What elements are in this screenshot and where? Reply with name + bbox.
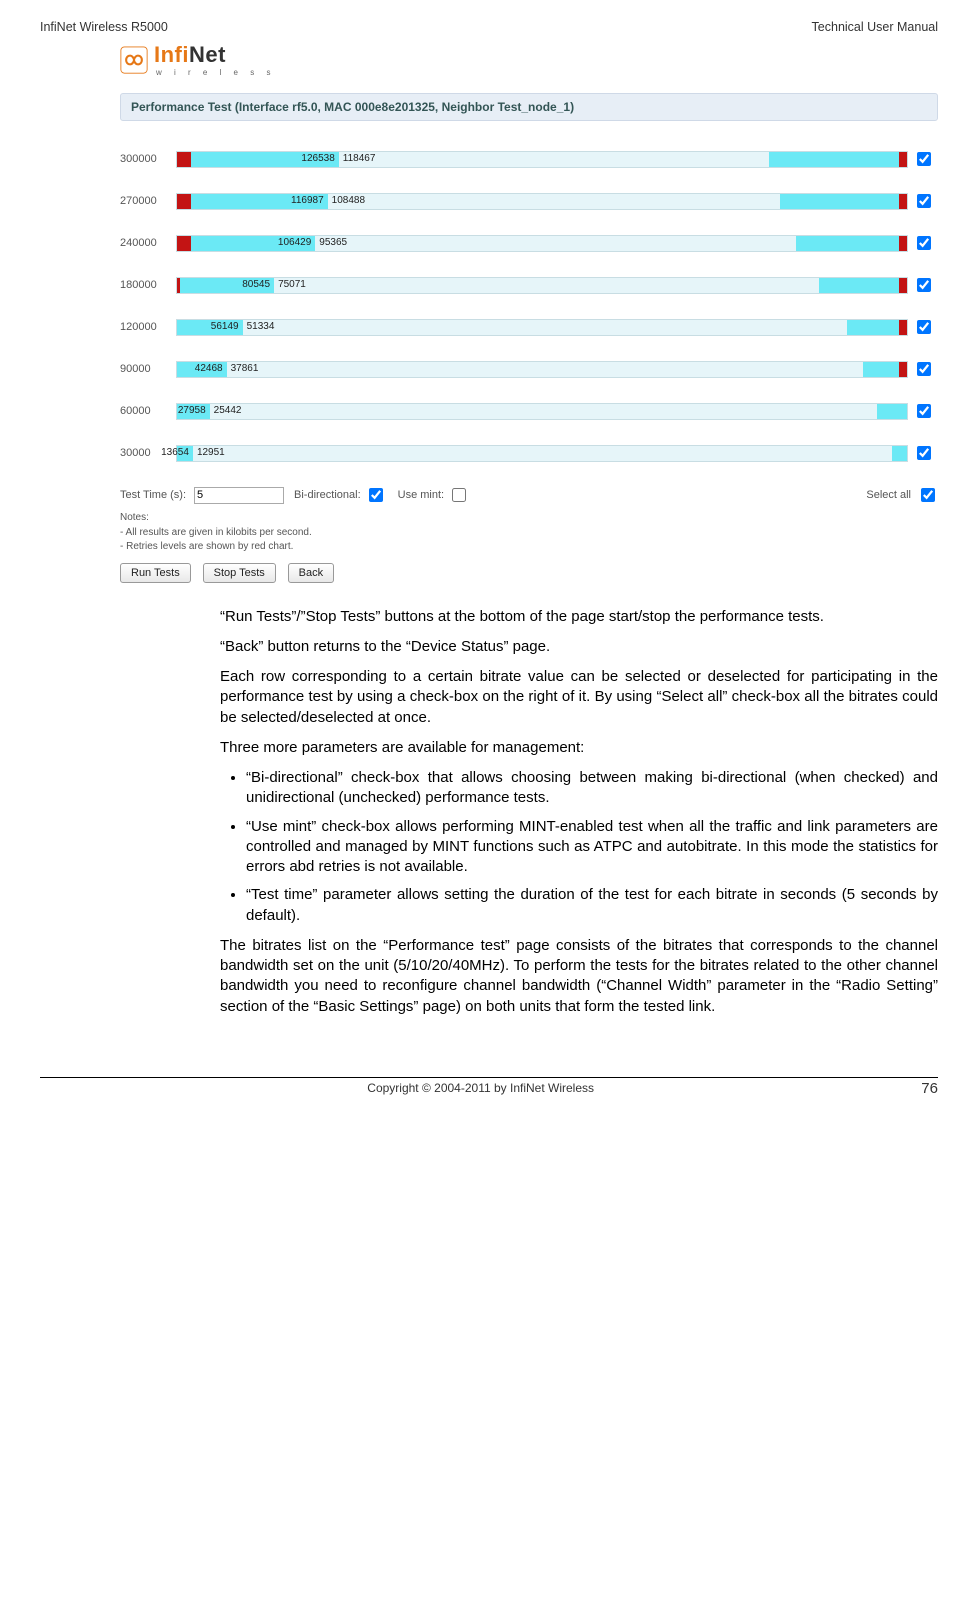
errors-segment-right xyxy=(899,362,907,377)
left-throughput-bar: 56149 xyxy=(177,320,243,335)
row-select-checkbox[interactable] xyxy=(917,152,931,166)
bar-track: 80545 75071 xyxy=(176,277,908,294)
bidir-label: Bi-directional: xyxy=(294,489,361,501)
left-value: 56149 xyxy=(211,321,239,332)
brand-b: Net xyxy=(189,42,226,67)
test-time-input[interactable] xyxy=(194,487,284,504)
bar-track: 106429 95365 xyxy=(176,235,908,252)
errors-segment-right xyxy=(899,194,907,209)
right-value: 118467 xyxy=(343,153,376,164)
copyright: Copyright © 2004-2011 by InfiNet Wireles… xyxy=(367,1081,594,1095)
footer-rule xyxy=(40,1077,938,1078)
bar-track: 42468 37861 xyxy=(176,361,908,378)
page-number: 76 xyxy=(921,1080,938,1097)
errors-segment xyxy=(177,236,191,251)
errors-segment-right xyxy=(899,236,907,251)
left-value: 13654 xyxy=(161,447,189,458)
controls-row: Test Time (s): Bi-directional: Use mint:… xyxy=(120,485,938,505)
bar-track: 126538 118467 xyxy=(176,151,908,168)
right-throughput-bar xyxy=(780,194,907,209)
brand-logo: InfiNet w i r e l e s s xyxy=(120,42,938,77)
bitrate-row: 120000 56149 51334 xyxy=(120,317,938,337)
errors-segment-right xyxy=(899,320,907,335)
right-throughput-bar xyxy=(819,278,907,293)
left-throughput-bar: 116987 xyxy=(191,194,328,209)
left-value: 42468 xyxy=(195,363,223,374)
errors-segment xyxy=(177,152,191,167)
left-value: 116987 xyxy=(291,195,324,206)
row-select-checkbox[interactable] xyxy=(917,446,931,460)
row-select-checkbox[interactable] xyxy=(917,236,931,250)
stop-tests-button[interactable]: Stop Tests xyxy=(203,563,276,583)
bitrate-row: 300000 126538 118467 xyxy=(120,149,938,169)
bar-track: 116987 108488 xyxy=(176,193,908,210)
doc-title-right: Technical User Manual xyxy=(812,20,938,34)
left-throughput-bar: 13654 xyxy=(177,446,193,461)
right-value: 108488 xyxy=(332,195,365,206)
bitrate-row: 240000 106429 95365 xyxy=(120,233,938,253)
right-value: 51334 xyxy=(247,321,275,332)
bitrate-label: 270000 xyxy=(120,195,176,207)
run-tests-button[interactable]: Run Tests xyxy=(120,563,191,583)
usemint-label: Use mint: xyxy=(398,489,444,501)
infinity-icon xyxy=(120,46,148,74)
row-select-checkbox[interactable] xyxy=(917,320,931,334)
doc-title-left: InfiNet Wireless R5000 xyxy=(40,20,168,34)
select-all-label: Select all xyxy=(866,489,911,501)
row-select-checkbox[interactable] xyxy=(917,404,931,418)
row-select-checkbox[interactable] xyxy=(917,278,931,292)
row-select-checkbox[interactable] xyxy=(917,362,931,376)
right-throughput-bar xyxy=(796,236,907,251)
right-value: 75071 xyxy=(278,279,306,290)
bar-track: 27958 25442 xyxy=(176,403,908,420)
bar-track: 13654 12951 xyxy=(176,445,908,462)
bitrate-chart: 300000 126538 118467 270000 116987 108488 2400… xyxy=(120,149,938,463)
right-value: 95365 xyxy=(319,237,347,248)
bitrate-row: 180000 80545 75071 xyxy=(120,275,938,295)
left-throughput-bar: 126538 xyxy=(191,152,339,167)
notes-block: Notes: - All results are given in kilobi… xyxy=(120,511,938,555)
left-value: 106429 xyxy=(278,237,311,248)
back-button[interactable]: Back xyxy=(288,563,334,583)
right-throughput-bar xyxy=(877,404,907,419)
left-value: 27958 xyxy=(178,405,206,416)
bitrate-label: 180000 xyxy=(120,279,176,291)
errors-segment-right xyxy=(899,278,907,293)
select-all-checkbox[interactable] xyxy=(921,488,935,502)
left-throughput-bar: 80545 xyxy=(180,278,274,293)
errors-segment xyxy=(177,194,191,209)
right-throughput-bar xyxy=(892,446,907,461)
bitrate-label: 240000 xyxy=(120,237,176,249)
right-throughput-bar xyxy=(847,320,907,335)
test-time-label: Test Time (s): xyxy=(120,489,186,501)
brand-a: Infi xyxy=(154,42,189,67)
page-prose: “Run Tests”/”Stop Tests” buttons at the … xyxy=(220,607,938,1017)
bar-track: 56149 51334 xyxy=(176,319,908,336)
perf-test-header: Performance Test (Interface rf5.0, MAC 0… xyxy=(120,93,938,121)
right-value: 37861 xyxy=(231,363,259,374)
bitrate-label: 90000 xyxy=(120,363,176,375)
bitrate-row: 300001365412951 xyxy=(120,443,938,463)
left-value: 80545 xyxy=(242,279,270,290)
left-throughput-bar: 106429 xyxy=(191,236,315,251)
bidir-checkbox[interactable] xyxy=(369,488,383,502)
errors-segment-right xyxy=(899,152,907,167)
left-throughput-bar: 27958 xyxy=(177,404,210,419)
right-throughput-bar xyxy=(769,152,907,167)
row-select-checkbox[interactable] xyxy=(917,194,931,208)
left-throughput-bar: 42468 xyxy=(177,362,227,377)
left-value: 126538 xyxy=(301,153,334,164)
right-value: 12951 xyxy=(197,447,225,458)
brand-sub: w i r e l e s s xyxy=(156,68,275,77)
bitrate-row: 90000 42468 37861 xyxy=(120,359,938,379)
bitrate-label: 120000 xyxy=(120,321,176,333)
bitrate-row: 6000027958 25442 xyxy=(120,401,938,421)
bitrate-label: 300000 xyxy=(120,153,176,165)
bitrate-row: 270000 116987 108488 xyxy=(120,191,938,211)
bitrate-label: 60000 xyxy=(120,405,176,417)
usemint-checkbox[interactable] xyxy=(452,488,466,502)
right-value: 25442 xyxy=(214,405,242,416)
